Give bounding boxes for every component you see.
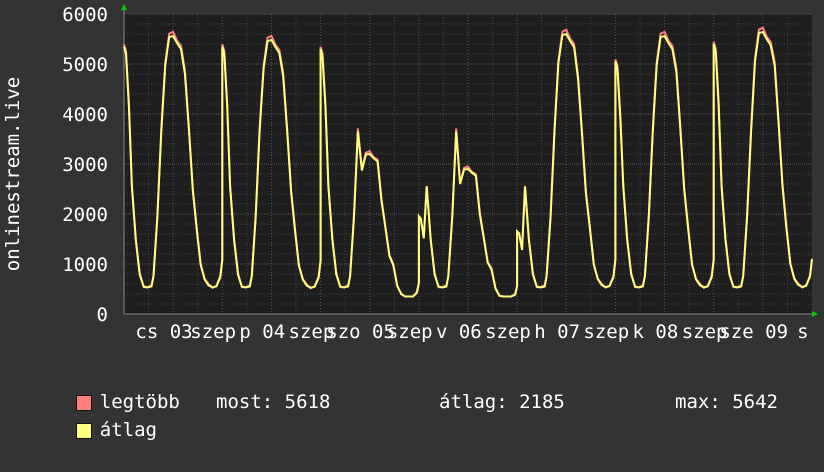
x-tick-label: v 06 xyxy=(436,321,482,343)
stat-max-value: 5642 xyxy=(732,391,778,413)
y-tick-label: 6000 xyxy=(62,4,108,26)
y-axis-label: onlinestream.live xyxy=(2,77,24,271)
stat-now-label: most: xyxy=(216,391,274,413)
stat-avg: átlag: 2185 xyxy=(439,388,565,416)
stat-avg-label: átlag: xyxy=(439,391,508,413)
y-tick-label: 3000 xyxy=(62,154,108,176)
x-tick-label: szep xyxy=(485,321,531,343)
x-tick-label: szep xyxy=(387,321,433,343)
x-tick-label: szo 05 xyxy=(326,321,395,343)
x-tick-label: szep xyxy=(583,321,629,343)
x-tick-label: cs 03 xyxy=(135,321,192,343)
y-tick-label: 5000 xyxy=(62,54,108,76)
x-tick-label: sze 09 xyxy=(719,321,788,343)
stat-max-label: max: xyxy=(675,391,721,413)
legend-label-avg: átlag xyxy=(99,419,157,441)
x-tick-label: k 08 xyxy=(633,321,679,343)
stat-max: max: 5642 xyxy=(675,388,778,416)
stat-now: most: 5618 xyxy=(216,388,330,416)
legend-row-avg: átlag xyxy=(30,388,157,472)
y-tick-label: 2000 xyxy=(62,204,108,226)
y-tick-label: 0 xyxy=(97,304,108,326)
y-axis-arrow xyxy=(121,4,127,10)
y-tick-label: 4000 xyxy=(62,104,108,126)
x-tick-label: h 07 xyxy=(534,321,580,343)
x-tick-label: s xyxy=(797,321,808,343)
y-tick-label: 1000 xyxy=(62,254,108,276)
stat-now-value: 5618 xyxy=(284,391,331,413)
x-axis-arrow xyxy=(812,311,818,317)
stat-avg-value: 2185 xyxy=(519,391,565,413)
x-tick-label: szep xyxy=(190,321,236,343)
x-tick-label: p 04 xyxy=(239,321,285,343)
legend-swatch-avg xyxy=(75,422,92,439)
chart: 0 1000 2000 3000 4000 5000 6000 cs 03 szep p 04 sz… xyxy=(0,0,824,441)
